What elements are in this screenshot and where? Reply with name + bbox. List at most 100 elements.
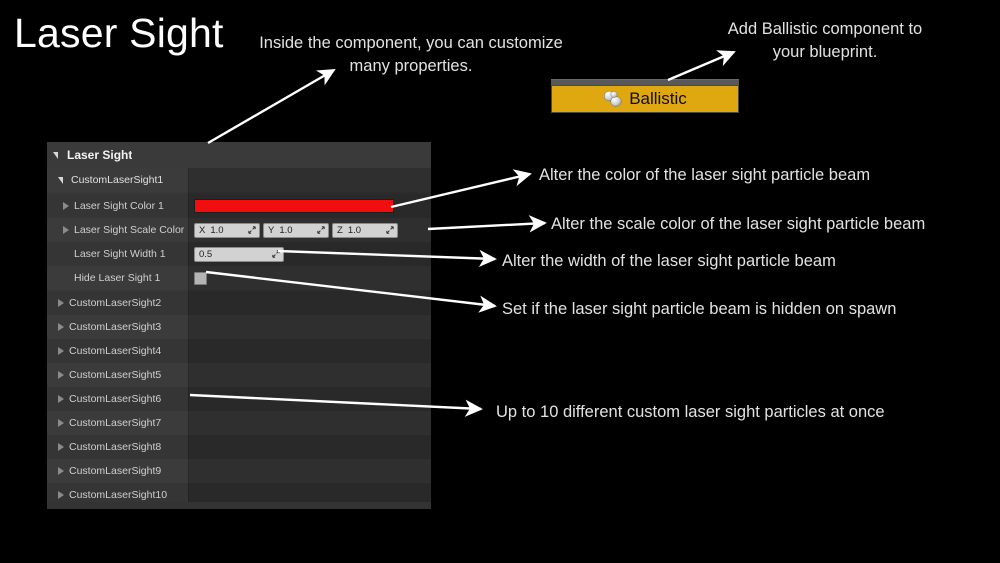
- component-value-empty: [188, 435, 431, 459]
- triangle-right-hollow-icon[interactable]: [63, 226, 69, 234]
- property-label-wrap: Laser Sight Width 1: [47, 242, 188, 266]
- component-label: CustomLaserSight5: [69, 369, 162, 381]
- tree-item-customlasersight7[interactable]: CustomLaserSight7: [47, 411, 431, 435]
- arrow-alter-scale-color: [427, 215, 547, 233]
- component-label-wrap: CustomLaserSight7: [47, 411, 188, 435]
- property-label-hide-laser-sight: Hide Laser Sight 1: [74, 272, 161, 284]
- triangle-right-hollow-icon[interactable]: [58, 467, 64, 475]
- spinner-arrows-icon[interactable]: [317, 226, 325, 234]
- tree-item-customlasersight5[interactable]: CustomLaserSight5: [47, 363, 431, 387]
- tree-item-customlasersight3[interactable]: CustomLaserSight3: [47, 315, 431, 339]
- triangle-right-hollow-icon[interactable]: [58, 491, 64, 499]
- vector-field-x[interactable]: X 1.0: [194, 222, 260, 238]
- component-label: CustomLaserSight2: [69, 297, 162, 309]
- number-value-laser-sight-width: 0.5: [199, 248, 213, 260]
- component-label: CustomLaserSight6: [69, 393, 162, 405]
- triangle-right-hollow-icon[interactable]: [58, 371, 64, 379]
- component-label-wrap: CustomLaserSight4: [47, 339, 188, 363]
- triangle-right-hollow-icon[interactable]: [58, 323, 64, 331]
- component-value-empty: [188, 339, 431, 363]
- axis-label-z: Z: [337, 224, 343, 236]
- property-value-laser-sight-color: [188, 194, 431, 218]
- spinner-arrows-icon[interactable]: [272, 250, 280, 258]
- annotation-inside-component: Inside the component, you can customize …: [259, 34, 563, 76]
- property-row-laser-sight-width[interactable]: Laser Sight Width 1 0.5: [47, 242, 431, 266]
- vector-field-z[interactable]: Z 1.0: [332, 222, 398, 238]
- component-label: CustomLaserSight9: [69, 465, 162, 477]
- details-panel-footer: [47, 502, 431, 509]
- property-label-wrap: Laser Sight Scale Color 1: [47, 218, 188, 242]
- component-value-empty: [188, 168, 431, 192]
- component-value-empty: [188, 387, 431, 411]
- arrow-inside-component: [207, 68, 336, 145]
- annotation-alter-width: Alter the width of the laser sight parti…: [502, 252, 836, 270]
- component-value-empty: [188, 459, 431, 483]
- component-value-empty: [188, 315, 431, 339]
- triangle-right-hollow-icon[interactable]: [63, 202, 69, 210]
- color-swatch-button[interactable]: [194, 199, 394, 213]
- spinner-arrows-icon[interactable]: [386, 226, 394, 234]
- triangle-down-filled-icon[interactable]: [53, 151, 58, 159]
- annotation-alter-scale-color: Alter the scale color of the laser sight…: [551, 215, 926, 233]
- tree-item-customlasersight1[interactable]: CustomLaserSight1: [47, 168, 431, 192]
- ballistic-component-widget: Ballistic: [551, 79, 739, 113]
- component-label: CustomLaserSight10: [69, 489, 168, 501]
- component-label: CustomLaserSight3: [69, 321, 162, 333]
- axis-value-z: 1.0: [347, 224, 362, 236]
- axis-value-x: 1.0: [210, 224, 224, 236]
- page-title: Laser Sight: [14, 10, 224, 56]
- annotation-alter-color: Alter the color of the laser sight parti…: [539, 166, 871, 184]
- annotation-hidden-on-spawn: Set if the laser sight particle beam is …: [502, 300, 897, 318]
- component-label-wrap: CustomLaserSight8: [47, 435, 188, 459]
- property-value-hide-laser-sight: [188, 266, 431, 290]
- component-label: CustomLaserSight1: [71, 174, 164, 186]
- component-label-wrap: CustomLaserSight9: [47, 459, 188, 483]
- slide-canvas: Laser Sight Inside the component, you ca…: [0, 0, 1000, 563]
- hide-laser-sight-checkbox[interactable]: [194, 271, 207, 285]
- property-value-laser-sight-scale-color: X 1.0 Y 1.0 Z 1.0: [188, 218, 431, 242]
- annotation-up-to-ten: Up to 10 different custom laser sight pa…: [496, 403, 885, 421]
- triangle-right-hollow-icon[interactable]: [58, 443, 64, 451]
- triangle-right-hollow-icon[interactable]: [58, 299, 64, 307]
- property-label-wrap: Laser Sight Color 1: [47, 194, 188, 218]
- property-row-laser-sight-scale-color[interactable]: Laser Sight Scale Color 1 X 1.0 Y 1.0 Z …: [47, 218, 431, 242]
- details-panel: Laser Sight CustomLaserSight1 Laser Sigh…: [47, 142, 431, 509]
- component-value-empty: [188, 411, 431, 435]
- component-label-wrap: CustomLaserSight5: [47, 363, 188, 387]
- component-value-empty: [188, 363, 431, 387]
- property-row-hide-laser-sight[interactable]: Hide Laser Sight 1: [47, 266, 431, 290]
- category-header-laser-sight[interactable]: Laser Sight: [47, 142, 431, 168]
- tree-item-customlasersight4[interactable]: CustomLaserSight4: [47, 339, 431, 363]
- tree-item-customlasersight6[interactable]: CustomLaserSight6: [47, 387, 431, 411]
- triangle-down-filled-icon[interactable]: [58, 176, 63, 184]
- axis-label-y: Y: [268, 224, 275, 236]
- component-label: CustomLaserSight4: [69, 345, 162, 357]
- tree-item-customlasersight9[interactable]: CustomLaserSight9: [47, 459, 431, 483]
- component-label-wrap: CustomLaserSight2: [47, 291, 188, 315]
- tree-item-customlasersight8[interactable]: CustomLaserSight8: [47, 435, 431, 459]
- vector-field-y[interactable]: Y 1.0: [263, 222, 329, 238]
- category-header-label-wrap: Laser Sight: [47, 142, 188, 168]
- property-label-laser-sight-width: Laser Sight Width 1: [74, 248, 166, 260]
- component-label-wrap: CustomLaserSight1: [47, 168, 188, 192]
- annotation-add-ballistic: Add Ballistic component to your blueprin…: [727, 20, 923, 62]
- triangle-right-hollow-icon[interactable]: [58, 347, 64, 355]
- component-label-wrap: CustomLaserSight3: [47, 315, 188, 339]
- triangle-right-hollow-icon[interactable]: [58, 419, 64, 427]
- component-label: CustomLaserSight7: [69, 417, 162, 429]
- component-value-empty: [188, 291, 431, 315]
- number-field-laser-sight-width[interactable]: 0.5: [194, 246, 284, 262]
- component-label-wrap: CustomLaserSight6: [47, 387, 188, 411]
- component-spheres-icon: [603, 90, 623, 108]
- category-header-label: Laser Sight: [67, 148, 133, 162]
- category-header-value-empty: [188, 142, 431, 168]
- spinner-arrows-icon[interactable]: [248, 226, 256, 234]
- property-value-laser-sight-width: 0.5: [188, 242, 431, 266]
- ballistic-label: Ballistic: [629, 89, 687, 108]
- tree-item-customlasersight2[interactable]: CustomLaserSight2: [47, 291, 431, 315]
- property-row-laser-sight-color[interactable]: Laser Sight Color 1: [47, 194, 431, 218]
- property-label-wrap: Hide Laser Sight 1: [47, 266, 188, 290]
- axis-label-x: X: [199, 224, 206, 236]
- triangle-right-hollow-icon[interactable]: [58, 395, 64, 403]
- ballistic-component-button[interactable]: Ballistic: [551, 85, 739, 113]
